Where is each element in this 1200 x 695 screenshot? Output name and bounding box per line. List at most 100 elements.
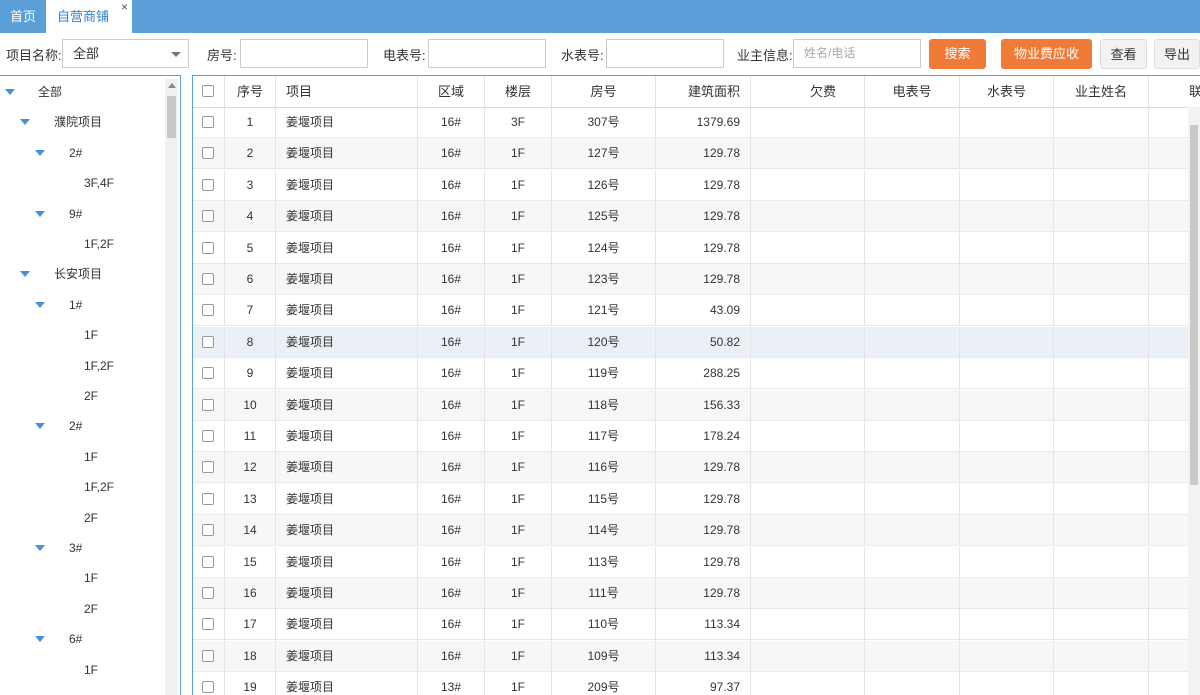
table-row[interactable]: 10 姜堰项目 16# 1F 118号 156.33: [193, 389, 1200, 421]
row-checkbox[interactable]: [202, 430, 214, 442]
tree-node[interactable]: 1F: [0, 568, 160, 588]
tree-node[interactable]: 1F: [0, 447, 160, 467]
tree-node[interactable]: 1F,2F: [0, 356, 160, 376]
tree-node[interactable]: 全部: [0, 82, 160, 102]
tree-node[interactable]: 3#: [0, 538, 160, 558]
col-header-project[interactable]: 项目: [276, 76, 418, 107]
row-checkbox[interactable]: [202, 273, 214, 285]
caret-down-icon[interactable]: [20, 271, 30, 278]
col-header-contact[interactable]: 联系: [1149, 76, 1200, 107]
col-header-room[interactable]: 房号: [552, 76, 656, 107]
search-button[interactable]: 搜索: [929, 39, 986, 69]
caret-down-icon[interactable]: [35, 301, 45, 308]
col-header-building-area[interactable]: 建筑面积: [656, 76, 751, 107]
col-header-elec-meter[interactable]: 电表号: [865, 76, 960, 107]
tree-node[interactable]: 长安项目: [0, 264, 160, 284]
tree-node[interactable]: 1F: [0, 660, 160, 680]
table-row[interactable]: 2 姜堰项目 16# 1F 127号 129.78: [193, 138, 1200, 170]
table-row[interactable]: 16 姜堰项目 16# 1F 111号 129.78: [193, 578, 1200, 609]
row-checkbox[interactable]: [202, 681, 214, 694]
row-checkbox[interactable]: [202, 649, 214, 662]
col-header-water-meter[interactable]: 水表号: [960, 76, 1054, 107]
caret-down-icon[interactable]: [35, 423, 45, 430]
cell-building-area: 97.37: [656, 672, 751, 695]
tree-node[interactable]: 2#: [0, 143, 160, 163]
table-row[interactable]: 15 姜堰项目 16# 1F 113号 129.78: [193, 546, 1200, 578]
tree-node[interactable]: 1F,2F: [0, 234, 160, 254]
table-row[interactable]: 17 姜堰项目 16# 1F 110号 113.34: [193, 609, 1200, 641]
table-row[interactable]: 18 姜堰项目 16# 1F 109号 113.34: [193, 640, 1200, 672]
row-checkbox[interactable]: [202, 555, 214, 568]
tree-node[interactable]: 3F,4F: [0, 173, 160, 193]
table-row[interactable]: 13 姜堰项目 16# 1F 115号 129.78: [193, 483, 1200, 515]
tree-node-label: 2#: [69, 145, 83, 160]
select-all-checkbox[interactable]: [202, 85, 214, 97]
caret-down-icon[interactable]: [20, 119, 30, 126]
row-checkbox[interactable]: [202, 241, 214, 254]
water-meter-input[interactable]: [606, 39, 724, 68]
col-header-floor[interactable]: 楼层: [485, 76, 552, 107]
row-checkbox[interactable]: [202, 335, 214, 348]
property-fee-receivable-button[interactable]: 物业费应收: [1001, 39, 1092, 69]
room-input[interactable]: [240, 39, 368, 68]
caret-down-icon[interactable]: [35, 149, 45, 156]
row-checkbox[interactable]: [202, 398, 214, 411]
tab-home[interactable]: 首页: [0, 0, 46, 33]
tree-scrollbar-thumb[interactable]: [167, 96, 176, 138]
row-checkbox[interactable]: [202, 618, 214, 631]
project-select[interactable]: 全部: [62, 39, 189, 68]
caret-down-icon[interactable]: [35, 636, 45, 643]
table-row[interactable]: 9 姜堰项目 16# 1F 119号 288.25: [193, 358, 1200, 390]
tree-node[interactable]: 1F: [0, 325, 160, 345]
row-checkbox[interactable]: [202, 178, 214, 191]
table-row[interactable]: 7 姜堰项目 16# 1F 121号 43.09: [193, 295, 1200, 327]
table-row[interactable]: 14 姜堰项目 16# 1F 114号 129.78: [193, 515, 1200, 547]
scroll-up-icon[interactable]: [168, 83, 176, 88]
grid-scrollbar-thumb[interactable]: [1190, 125, 1198, 485]
caret-down-icon[interactable]: [5, 89, 15, 95]
col-header-arrears[interactable]: 欠费: [751, 76, 865, 107]
tree-scrollbar[interactable]: [165, 79, 178, 695]
table-row[interactable]: 1 姜堰项目 16# 3F 307号 1379.69: [193, 107, 1200, 138]
tree-node[interactable]: 2#: [0, 416, 160, 436]
caret-down-icon[interactable]: [35, 210, 45, 217]
panel-splitter[interactable]: [181, 75, 192, 695]
table-row[interactable]: 19 姜堰项目 13# 1F 209号 97.37: [193, 672, 1200, 695]
elec-meter-input[interactable]: [428, 39, 546, 68]
row-checkbox[interactable]: [202, 492, 214, 505]
export-button[interactable]: 导出: [1154, 39, 1200, 69]
col-header-no[interactable]: 序号: [225, 76, 276, 107]
table-row[interactable]: 11 姜堰项目 16# 1F 117号 178.24: [193, 421, 1200, 452]
col-header-area[interactable]: 区域: [418, 76, 485, 107]
tab-self-operated-shops[interactable]: 自营商铺 ×: [46, 0, 132, 34]
row-checkbox[interactable]: [202, 304, 214, 317]
tree-node[interactable]: 2F: [0, 508, 160, 528]
row-checkbox[interactable]: [202, 587, 214, 599]
row-checkbox[interactable]: [202, 367, 214, 380]
grid-scrollbar[interactable]: [1188, 107, 1200, 695]
owner-info-input[interactable]: 姓名/电话: [793, 39, 921, 68]
row-checkbox[interactable]: [202, 210, 214, 223]
row-checkbox[interactable]: [202, 461, 214, 474]
table-row[interactable]: 6 姜堰项目 16# 1F 123号 129.78: [193, 264, 1200, 295]
col-header-owner-name[interactable]: 业主姓名: [1054, 76, 1149, 107]
tree-node[interactable]: 濮院项目: [0, 112, 160, 132]
table-row[interactable]: 12 姜堰项目 16# 1F 116号 129.78: [193, 452, 1200, 484]
table-row[interactable]: 5 姜堰项目 16# 1F 124号 129.78: [193, 232, 1200, 264]
tree-node[interactable]: 1F,2F: [0, 477, 160, 497]
row-checkbox[interactable]: [202, 147, 214, 160]
close-icon[interactable]: ×: [121, 0, 128, 24]
table-row[interactable]: 3 姜堰项目 16# 1F 126号 129.78: [193, 169, 1200, 201]
tree-node[interactable]: 1#: [0, 295, 160, 315]
tree-node[interactable]: 9#: [0, 204, 160, 224]
header-select-all-cell[interactable]: [193, 76, 225, 107]
row-checkbox[interactable]: [202, 116, 214, 128]
view-button[interactable]: 查看: [1100, 39, 1147, 69]
tree-node[interactable]: 2F: [0, 386, 160, 406]
table-row[interactable]: 4 姜堰项目 16# 1F 125号 129.78: [193, 201, 1200, 233]
tree-node[interactable]: 6#: [0, 629, 160, 649]
row-checkbox[interactable]: [202, 524, 214, 537]
tree-node[interactable]: 2F: [0, 599, 160, 619]
caret-down-icon[interactable]: [35, 545, 45, 551]
table-row[interactable]: 8 姜堰项目 16# 1F 120号 50.82: [193, 326, 1200, 358]
